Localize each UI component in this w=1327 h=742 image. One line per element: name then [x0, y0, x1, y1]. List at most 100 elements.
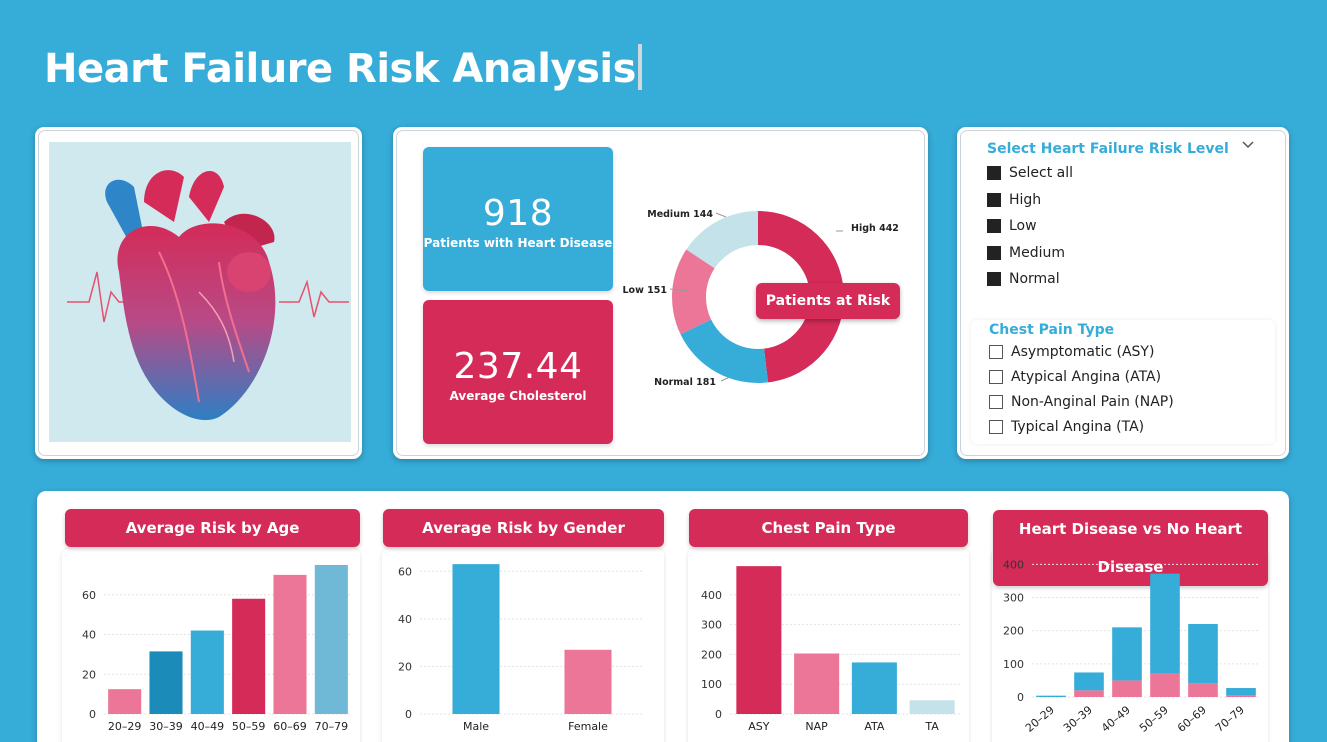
chest-option-0[interactable]: Asymptomatic (ASY): [989, 344, 1154, 360]
patients-kpi-tile: 918 Patients with Heart Disease: [423, 147, 613, 291]
x-tick-label: 30–39: [149, 720, 183, 733]
checkbox-checked[interactable]: [987, 272, 1001, 286]
risk-option-high[interactable]: High: [987, 192, 1041, 208]
patients-label: Patients with Heart Disease: [423, 236, 613, 250]
heart-illustration: [49, 142, 351, 442]
bar-segment[interactable]: [1150, 573, 1180, 674]
y-tick-label: 200: [701, 648, 722, 661]
donut-label-high: High 442: [851, 223, 899, 234]
risk-option-normal[interactable]: Normal: [987, 271, 1060, 287]
chest-chart-title: Chest Pain Type: [689, 509, 968, 547]
donut-slice-normal[interactable]: [680, 319, 768, 383]
donut-label-normal: Normal 181: [654, 377, 716, 388]
bar-segment[interactable]: [1226, 688, 1256, 696]
donut-center-label[interactable]: Patients at Risk: [756, 283, 900, 319]
donut-label-medium: Medium 144: [647, 209, 713, 220]
bar[interactable]: [108, 689, 142, 714]
leader-line: [720, 376, 731, 382]
bar-segment[interactable]: [1188, 683, 1218, 697]
risk-option-low[interactable]: Low: [987, 218, 1037, 234]
y-tick-label: 60: [398, 565, 412, 578]
chest-option-3[interactable]: Typical Angina (TA): [989, 419, 1144, 435]
bar-segment[interactable]: [1074, 690, 1104, 697]
bar-segment[interactable]: [1188, 624, 1218, 684]
y-tick-label: 60: [82, 589, 96, 602]
checkbox-checked[interactable]: [987, 166, 1001, 180]
patients-value: 918: [482, 193, 554, 234]
charts-card: Average Risk by Age 0 20 40 60 20–29 30–39 40–…: [37, 491, 1289, 742]
x-tick-label: Male: [463, 720, 489, 733]
y-tick-label: 200: [1003, 625, 1024, 638]
x-tick-label: 70–79: [315, 720, 349, 733]
y-tick-label: 40: [398, 613, 412, 626]
bar[interactable]: [314, 564, 348, 714]
x-tick-label: 20–29: [1023, 703, 1057, 734]
x-tick-label: TA: [924, 720, 939, 733]
bar-segment[interactable]: [1074, 672, 1104, 691]
y-tick-label: 0: [1017, 691, 1024, 704]
bar[interactable]: [273, 574, 307, 714]
x-tick-label: 40–49: [1099, 703, 1133, 734]
y-tick-label: 300: [1003, 591, 1024, 604]
checkbox-checked[interactable]: [987, 219, 1001, 233]
kpi-card: 918 Patients with Heart Disease 237.44 A…: [393, 127, 928, 459]
chest-option-1[interactable]: Atypical Angina (ATA): [989, 369, 1161, 385]
x-tick-label: 70–79: [1213, 703, 1247, 734]
x-tick-label: ASY: [748, 720, 770, 733]
y-tick-label: 400: [701, 589, 722, 602]
bar-segment[interactable]: [1112, 627, 1142, 681]
age-risk-bar-chart[interactable]: 0 20 40 60 20–29 30–39 40–49 50–59 60–69 70–79: [62, 549, 360, 742]
checkbox-checked[interactable]: [987, 192, 1001, 207]
bar[interactable]: [452, 564, 500, 714]
x-tick-label: NAP: [805, 720, 828, 733]
x-tick-label: 20–29: [108, 720, 141, 733]
gender-chart-title: Average Risk by Gender: [383, 509, 664, 547]
risk-option-select-all[interactable]: Select all: [987, 165, 1073, 181]
checkbox-unchecked[interactable]: [989, 345, 1003, 359]
x-tick-label: 50–59: [232, 720, 266, 733]
bar-segment[interactable]: [1036, 695, 1066, 697]
heart-disease-stacked-chart[interactable]: 0 100 200 300 400 20–29 30–39 40–49 50–59 60–69 70…: [992, 549, 1268, 742]
x-tick-label: 60–69: [273, 720, 307, 733]
age-chart-title: Average Risk by Age: [65, 509, 360, 547]
bar[interactable]: [909, 700, 955, 714]
cholesterol-value: 237.44: [453, 346, 583, 387]
x-tick-label: 50–59: [1137, 703, 1171, 734]
gender-risk-bar-chart[interactable]: 0 20 40 60 Male Female: [382, 549, 664, 742]
cholesterol-kpi-tile: 237.44 Average Cholesterol: [423, 300, 613, 444]
chest-option-2[interactable]: Non-Anginal Pain (NAP): [989, 394, 1174, 410]
cholesterol-label: Average Cholesterol: [449, 389, 587, 403]
chevron-down-icon[interactable]: [1241, 137, 1255, 151]
bar-segment[interactable]: [1150, 673, 1180, 697]
y-tick-label: 100: [701, 678, 722, 691]
bar-segment[interactable]: [1112, 680, 1142, 697]
bar[interactable]: [232, 598, 266, 714]
checkbox-checked[interactable]: [987, 245, 1001, 260]
x-tick-label: ATA: [864, 720, 885, 733]
x-tick-label: 40–49: [191, 720, 225, 733]
risk-option-medium[interactable]: Medium: [987, 245, 1065, 261]
y-tick-label: 20: [398, 660, 412, 673]
donut-label-low: Low 151: [623, 285, 668, 296]
checkbox-unchecked[interactable]: [989, 370, 1003, 384]
y-tick-label: 400: [1003, 558, 1024, 571]
y-tick-label: 300: [701, 619, 722, 632]
chest-pain-bar-chart[interactable]: 0 100 200 300 400 ASY NAP ATA TA: [688, 549, 969, 742]
x-tick-label: 60–69: [1175, 703, 1209, 734]
checkbox-unchecked[interactable]: [989, 395, 1003, 409]
y-tick-label: 0: [405, 708, 412, 721]
bar[interactable]: [736, 566, 782, 714]
text-cursor: [637, 44, 642, 90]
checkbox-unchecked[interactable]: [989, 420, 1003, 434]
bar[interactable]: [851, 662, 897, 714]
bar[interactable]: [794, 653, 840, 714]
bar[interactable]: [190, 630, 224, 714]
page-title: Heart Failure Risk Analysis: [44, 44, 642, 92]
bar[interactable]: [564, 649, 612, 714]
x-tick-label: 30–39: [1061, 703, 1095, 734]
bar-segment[interactable]: [1226, 695, 1256, 697]
y-tick-label: 40: [82, 629, 96, 642]
slicer-card: Select Heart Failure Risk Level Select a…: [957, 127, 1289, 459]
y-tick-label: 100: [1003, 658, 1024, 671]
bar[interactable]: [149, 651, 183, 714]
